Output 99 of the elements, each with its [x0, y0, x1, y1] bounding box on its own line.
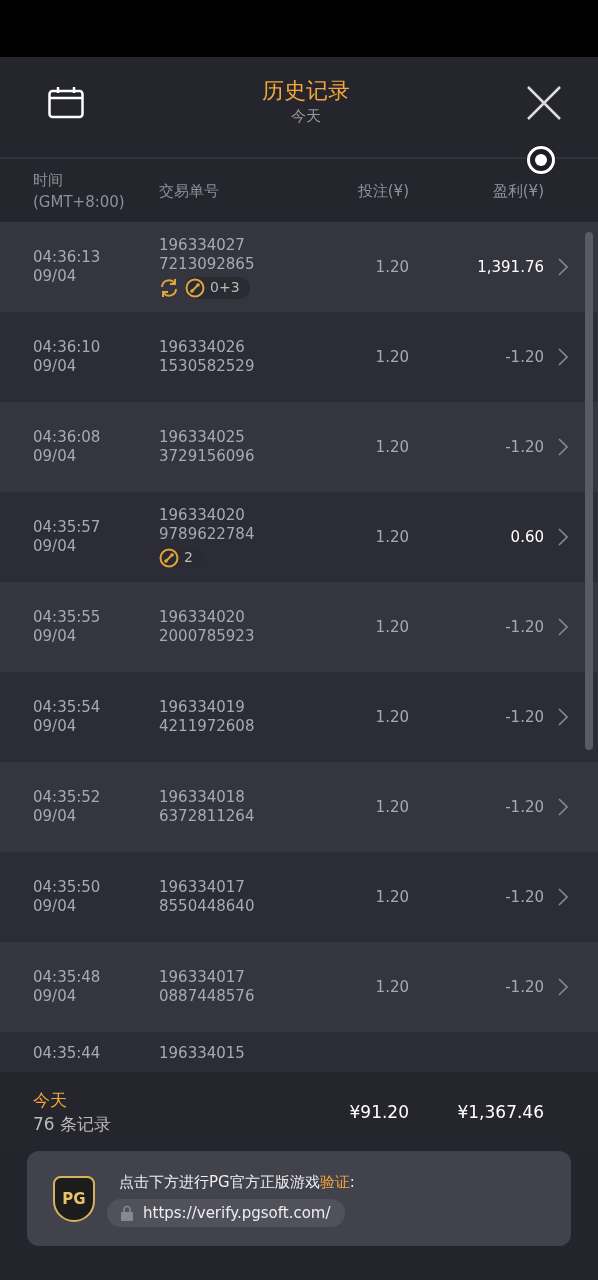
- time-text: 04:35:48: [33, 968, 102, 987]
- bet-amount: 1.20: [374, 708, 409, 726]
- order-number: 7213092865: [159, 254, 256, 274]
- order-number: 3729156096: [159, 447, 256, 466]
- bet-amount: 1.20: [374, 978, 409, 996]
- profit-amount: -1.20: [504, 438, 544, 456]
- time-text: 04:36:08: [33, 428, 102, 447]
- history-row[interactable]: 04:35:48 09/04 196334017 0887448576 1.20 -1.20: [0, 942, 598, 1032]
- order-number: 0887448576: [159, 987, 256, 1006]
- time-text: 04:35:44: [33, 1044, 102, 1063]
- badge-count: 2: [184, 548, 193, 567]
- time-text: 04:36:13: [33, 248, 102, 267]
- verify-link[interactable]: https://verify.pgsoft.com/: [107, 1198, 345, 1227]
- bet-amount: 1.20: [374, 258, 409, 276]
- time-text: 04:35:50: [33, 878, 102, 897]
- summary-period: 今天: [33, 1089, 68, 1112]
- history-row[interactable]: 04:35:55 09/04 196334020 2000785923 1.20 -1.20: [0, 582, 598, 672]
- history-row[interactable]: 04:36:10 09/04 196334026 1530582529 1.20 -1.20: [0, 312, 598, 402]
- time-text: 04:35:54: [33, 698, 102, 717]
- url-text: https://verify.pgsoft.com/: [143, 1203, 331, 1222]
- order-number: 196334017: [159, 968, 246, 987]
- record-count: 76 条记录: [33, 1113, 113, 1136]
- history-row[interactable]: 04:35:54 09/04 196334019 4211972608 1.20 -1.20: [0, 672, 598, 762]
- column-header: 盈利(¥): [491, 180, 544, 202]
- bet-amount: 1.20: [374, 438, 409, 456]
- bet-amount: 1.20: [374, 348, 409, 366]
- profit-amount: -1.20: [504, 888, 544, 906]
- date-text: 09/04: [33, 537, 78, 556]
- date-text: 09/04: [33, 987, 78, 1006]
- free-spin-icon: [159, 547, 179, 568]
- order-number: 6372811264: [159, 807, 256, 826]
- order-number: 4211972608: [159, 717, 256, 736]
- order-number: 196334015: [159, 1044, 246, 1063]
- column-subheader: (GMT+8:00): [33, 191, 126, 213]
- time-text: 04:36:10: [33, 338, 102, 357]
- bet-amount: 1.20: [374, 798, 409, 816]
- chevron-icon: [558, 348, 568, 366]
- time-text: 04:35:57: [33, 518, 102, 537]
- profit-amount: -1.20: [504, 348, 544, 366]
- order-number: 196334020: [159, 505, 246, 525]
- bet-amount: 1.20: [374, 618, 409, 636]
- date-text: 09/04: [33, 717, 78, 736]
- calendar-icon[interactable]: [48, 87, 84, 119]
- chevron-icon: [558, 978, 568, 996]
- date-text: 09/04: [33, 897, 78, 916]
- refresh-icon: [159, 277, 179, 298]
- time-text: 04:35:52: [33, 788, 102, 807]
- profit-amount: -1.20: [504, 708, 544, 726]
- history-row[interactable]: 04:35:50 09/04 196334017 8550448640 1.20 -1.20: [0, 852, 598, 942]
- order-number: 196334027: [159, 235, 246, 255]
- order-number: 8550448640: [159, 897, 256, 916]
- date-text: 09/04: [33, 357, 78, 376]
- chevron-icon: [558, 618, 568, 636]
- history-row[interactable]: 04:35:57 09/04 196334020 9789622784 2 1.20 0.60: [0, 492, 598, 582]
- profit-amount: -1.20: [504, 618, 544, 636]
- date-text: 09/04: [33, 267, 78, 286]
- profit-amount: 1,391.76: [476, 258, 544, 276]
- chevron-icon: [558, 888, 568, 906]
- column-header: 时间: [33, 169, 64, 191]
- column-header: 投注(¥): [356, 180, 409, 202]
- column-header: 交易单号: [159, 180, 220, 202]
- chevron-icon: [558, 708, 568, 726]
- order-number: 196334026: [159, 338, 246, 357]
- profit-total: ¥1,367.46: [456, 1102, 544, 1122]
- badge-count: 0+3: [210, 278, 240, 297]
- chevron-icon: [558, 798, 568, 816]
- date-text: 09/04: [33, 447, 78, 466]
- order-number: 2000785923: [159, 627, 256, 646]
- order-number: 196334018: [159, 788, 246, 807]
- profit-amount: -1.20: [504, 978, 544, 996]
- history-row[interactable]: 04:35:44 196334015: [0, 1032, 598, 1072]
- history-row[interactable]: 04:36:08 09/04 196334025 3729156096 1.20 -1.20: [0, 402, 598, 492]
- order-number: 196334025: [159, 428, 246, 447]
- date-text: 09/04: [33, 807, 78, 826]
- lock-icon: [121, 1204, 133, 1221]
- bet-total: ¥91.20: [348, 1102, 409, 1122]
- profit-amount: -1.20: [504, 798, 544, 816]
- profit-amount: 0.60: [509, 528, 544, 546]
- order-number: 196334020: [159, 608, 246, 627]
- close-icon[interactable]: [527, 86, 561, 120]
- logo-text: PG: [62, 1189, 86, 1208]
- order-number: 196334017: [159, 878, 246, 897]
- date-text: 09/04: [33, 627, 78, 646]
- order-number: 196334019: [159, 698, 246, 717]
- chevron-icon: [558, 438, 568, 456]
- bet-amount: 1.20: [374, 528, 409, 546]
- history-row[interactable]: 04:35:52 09/04 196334018 6372811264 1.20 -1.20: [0, 762, 598, 852]
- verify-instruction: 点击下方进行PG官方正版游戏验证:: [119, 1171, 355, 1193]
- free-spin-icon: [185, 277, 205, 298]
- page-title: 历史记录: [261, 77, 350, 105]
- date-filter-label: 今天: [289, 106, 322, 127]
- order-number: 1530582529: [159, 357, 256, 376]
- order-number: 9789622784: [159, 524, 256, 544]
- scrollbar[interactable]: [585, 232, 593, 750]
- bet-amount: 1.20: [374, 888, 409, 906]
- chevron-icon: [558, 528, 568, 546]
- time-text: 04:35:55: [33, 608, 102, 627]
- chevron-icon: [558, 258, 568, 276]
- history-row[interactable]: 04:36:13 09/04 196334027 7213092865 0+3 1.20 1,391.76: [0, 222, 598, 312]
